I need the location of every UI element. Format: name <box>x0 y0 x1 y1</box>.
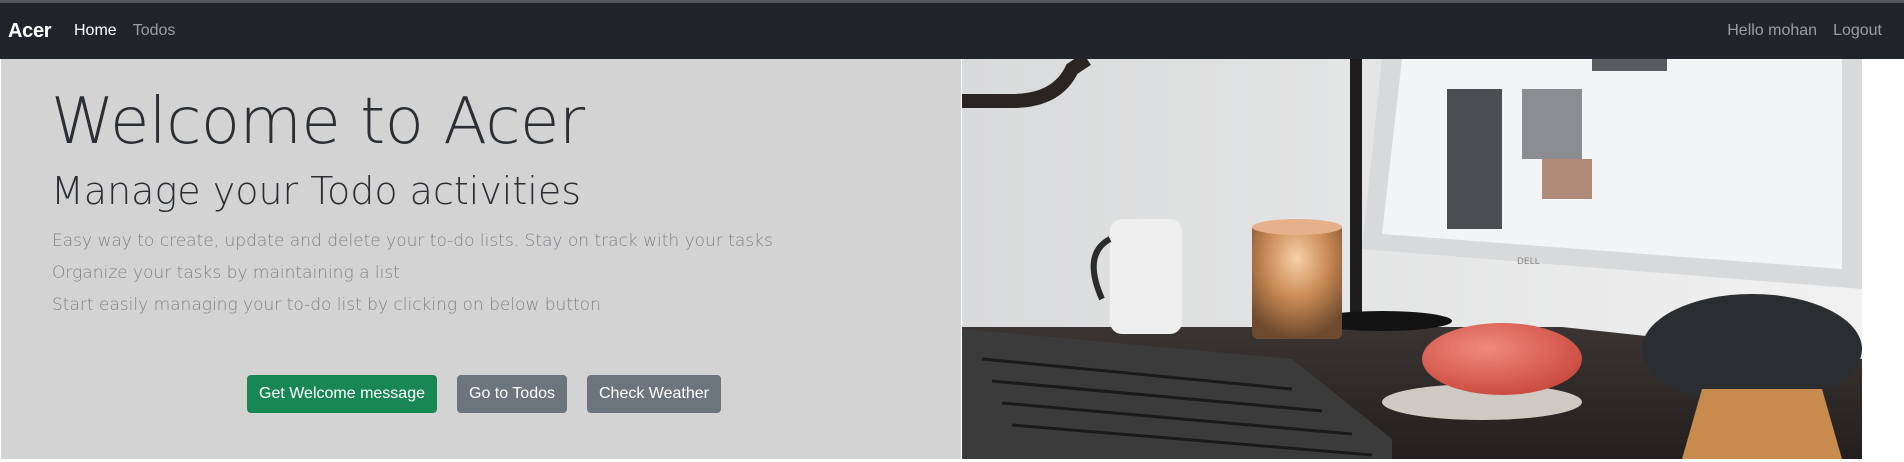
hero-text-panel: Welcome to Acer Manage your Todo activit… <box>1 59 961 459</box>
svg-text:DELL: DELL <box>1517 257 1540 267</box>
hero-description: Easy way to create, update and delete yo… <box>52 225 773 321</box>
navbar-brand[interactable]: Acer <box>8 20 52 43</box>
nav-link-home[interactable]: Home <box>74 22 117 40</box>
description-line: Start easily managing your to-do list by… <box>52 295 601 315</box>
nav-user-area: Hello mohan Logout <box>1727 22 1882 40</box>
page-title: Welcome to Acer <box>51 85 585 159</box>
description-line: Easy way to create, update and delete yo… <box>52 231 773 251</box>
nav-links: Home Todos <box>74 22 175 40</box>
check-weather-button[interactable]: Check Weather <box>586 375 721 413</box>
navbar: Acer Home Todos Hello mohan Logout <box>0 3 1904 59</box>
user-greeting: Hello mohan <box>1727 22 1818 39</box>
hero-desk-image: DELL <box>962 59 1862 459</box>
hero-section: Welcome to Acer Manage your Todo activit… <box>0 59 1904 459</box>
page-subtitle: Manage your Todo activities <box>51 169 581 213</box>
desk-illustration: DELL <box>962 59 1862 459</box>
nav-link-todos[interactable]: Todos <box>133 22 176 40</box>
get-welcome-message-button[interactable]: Get Welcome message <box>247 375 437 413</box>
go-to-todos-button[interactable]: Go to Todos <box>457 375 567 413</box>
logout-link[interactable]: Logout <box>1833 22 1882 40</box>
hero-actions: Get Welcome message Go to Todos Check We… <box>247 375 721 413</box>
description-line: Organize your tasks by maintaining a lis… <box>52 263 400 283</box>
